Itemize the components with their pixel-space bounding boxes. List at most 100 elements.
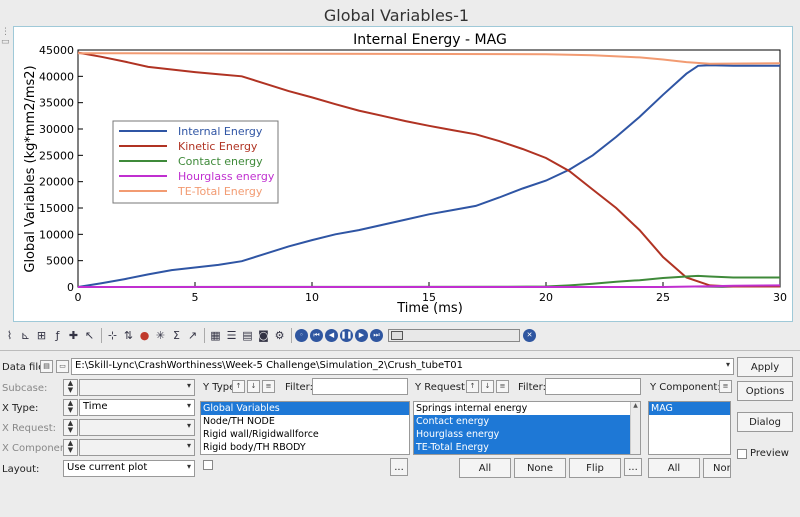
sort-list-icon[interactable]: ≡: [496, 380, 509, 393]
layout-select[interactable]: Use current plot ▾: [63, 460, 195, 477]
next-frame-icon[interactable]: ▶: [355, 328, 368, 342]
plot-macros-icon[interactable]: ⊞: [34, 327, 49, 343]
chevron-down-icon[interactable]: ▾: [726, 360, 730, 369]
options-button[interactable]: Options: [737, 381, 793, 401]
curve-edit-icon[interactable]: ⌇: [2, 327, 17, 343]
animation-slider[interactable]: [388, 328, 520, 342]
options-icon[interactable]: ◦: [295, 328, 308, 342]
axis-icon[interactable]: ⊾: [18, 327, 33, 343]
sort-list-icon[interactable]: ≡: [262, 380, 275, 393]
list-icon[interactable]: ☰: [224, 327, 239, 343]
y-request-more-button[interactable]: ...: [624, 458, 642, 476]
y-tick-label: 5000: [46, 255, 74, 268]
y-request-flip-button[interactable]: Flip: [569, 458, 621, 478]
math-fx-icon[interactable]: ƒ: [50, 327, 65, 343]
y-tick-label: 45000: [39, 44, 74, 57]
open-file-icon[interactable]: ▤: [40, 360, 53, 373]
plot-toolbar: ⌇ ⊾ ⊞ ƒ ✚ ↖ ⊹ ⇅ ● ✳ Σ ↗ ▦ ☰ ▤ ◙ ⚙ ◦ ⏮ ◀ …: [0, 325, 800, 345]
data-file-path: E:\Skill-Lync\CrashWorthiness\Week-5 Cha…: [75, 360, 464, 371]
x-type-select[interactable]: Time ▾: [79, 399, 195, 416]
y-request-filter-label: Filter:: [518, 382, 546, 393]
table-icon[interactable]: ▦: [208, 327, 223, 343]
x-request-spinner[interactable]: ▲ ▼: [63, 419, 78, 436]
y-request-scrollbar[interactable]: ▲: [630, 402, 640, 454]
y-type-more-button[interactable]: ...: [390, 458, 408, 476]
page-icon[interactable]: ▭: [1, 37, 13, 47]
sort-asc-icon[interactable]: ↑: [466, 380, 479, 393]
x-type-spinner[interactable]: ▲ ▼: [63, 399, 78, 416]
chevron-down-icon[interactable]: ▾: [187, 421, 191, 430]
y-type-item[interactable]: Rigid wall/Rigidwallforce: [201, 428, 409, 441]
chevron-down-icon[interactable]: ▾: [187, 462, 191, 471]
data-file-input[interactable]: E:\Skill-Lync\CrashWorthiness\Week-5 Cha…: [71, 358, 734, 375]
y-request-filter-input[interactable]: [545, 378, 641, 395]
note-icon[interactable]: ▤: [240, 327, 255, 343]
y-tick-label: 30000: [39, 123, 74, 136]
y-component-list[interactable]: MAG: [648, 401, 731, 455]
x-tick-label: 20: [539, 291, 553, 304]
x-component-spinner[interactable]: ▲ ▼: [63, 439, 78, 456]
legend-label: TE-Total Energy: [177, 185, 263, 198]
chevron-down-icon[interactable]: ▾: [187, 381, 191, 390]
color-wheel-icon[interactable]: ●: [137, 327, 152, 343]
settings-icon[interactable]: ⚙: [272, 327, 287, 343]
scale-icon[interactable]: ⇅: [121, 327, 136, 343]
y-component-item[interactable]: MAG: [649, 402, 730, 415]
first-frame-icon[interactable]: ⏮: [310, 328, 323, 342]
sort-list-icon[interactable]: ≡: [719, 380, 732, 393]
toolbar-separator: [101, 327, 102, 343]
x-type-value: Time: [83, 401, 108, 412]
apply-button[interactable]: Apply: [737, 357, 793, 377]
sort-desc-icon[interactable]: ↓: [481, 380, 494, 393]
pause-icon[interactable]: ❚❚: [340, 328, 353, 342]
cross-icon[interactable]: ⊹: [105, 327, 120, 343]
prev-frame-icon[interactable]: ◀: [325, 328, 338, 342]
legend[interactable]: Internal Energy Kinetic Energy Contact ene…: [112, 120, 279, 204]
y-tick-label: 20000: [39, 176, 74, 189]
camera-icon[interactable]: ◙: [256, 327, 271, 343]
y-type-item[interactable]: Rigid body/TH RBODY: [201, 441, 409, 454]
y-component-all-button[interactable]: All: [648, 458, 700, 478]
x-tick-label: 5: [192, 291, 199, 304]
x-component-select[interactable]: ▾: [79, 439, 195, 456]
y-axis-label: Global Variables (kg*mm2/ms2): [23, 65, 38, 272]
subcase-select[interactable]: ▾: [79, 379, 195, 396]
chevron-down-icon[interactable]: ▾: [187, 401, 191, 410]
pointer-icon[interactable]: ↖: [82, 327, 97, 343]
sort-desc-icon[interactable]: ↓: [247, 380, 260, 393]
y-tick-label: 40000: [39, 70, 74, 83]
y-request-item[interactable]: Contact energy: [414, 415, 640, 428]
dots-icon[interactable]: ⋮⋮: [1, 27, 19, 37]
y-type-item[interactable]: Global Variables: [201, 402, 409, 415]
y-tick-label: 0: [67, 281, 74, 294]
y-request-item[interactable]: TE-Total Energy: [414, 441, 640, 454]
last-frame-icon[interactable]: ⏭: [370, 328, 383, 342]
y-type-filter-input[interactable]: [312, 378, 408, 395]
y-request-all-button[interactable]: All: [459, 458, 511, 478]
y-type-checkbox[interactable]: [203, 460, 213, 470]
y-type-list[interactable]: Global Variables Node/TH NODE Rigid wall/R…: [200, 401, 410, 455]
close-icon[interactable]: ✕: [523, 328, 536, 342]
add-point-icon[interactable]: ✚: [66, 327, 81, 343]
toolbar-separator: [204, 327, 205, 343]
y-request-item[interactable]: Hourglass energy: [414, 428, 640, 441]
x-type-label: X Type:: [2, 403, 39, 414]
folder-icon[interactable]: ▭: [56, 360, 69, 373]
slider-knob[interactable]: [391, 330, 403, 340]
y-request-item[interactable]: Springs internal energy: [414, 402, 640, 415]
y-component-none-button[interactable]: Nor: [703, 458, 731, 478]
dialog-button[interactable]: Dialog: [737, 412, 793, 432]
chevron-down-icon[interactable]: ▾: [187, 441, 191, 450]
preview-checkbox[interactable]: [737, 449, 747, 459]
star-icon[interactable]: ✳: [153, 327, 168, 343]
y-tick-label: 10000: [39, 228, 74, 241]
x-request-select[interactable]: ▾: [79, 419, 195, 436]
trend-icon[interactable]: ↗: [185, 327, 200, 343]
y-request-none-button[interactable]: None: [514, 458, 566, 478]
sort-asc-icon[interactable]: ↑: [232, 380, 245, 393]
plot-window[interactable]: Internal Energy - MAG 0 5000 10000 15000 200…: [13, 26, 793, 322]
sum-icon[interactable]: Σ: [169, 327, 184, 343]
y-type-item[interactable]: Node/TH NODE: [201, 415, 409, 428]
y-request-list[interactable]: Springs internal energy Contact energy Hou…: [413, 401, 641, 455]
subcase-spinner[interactable]: ▲ ▼: [63, 379, 78, 396]
